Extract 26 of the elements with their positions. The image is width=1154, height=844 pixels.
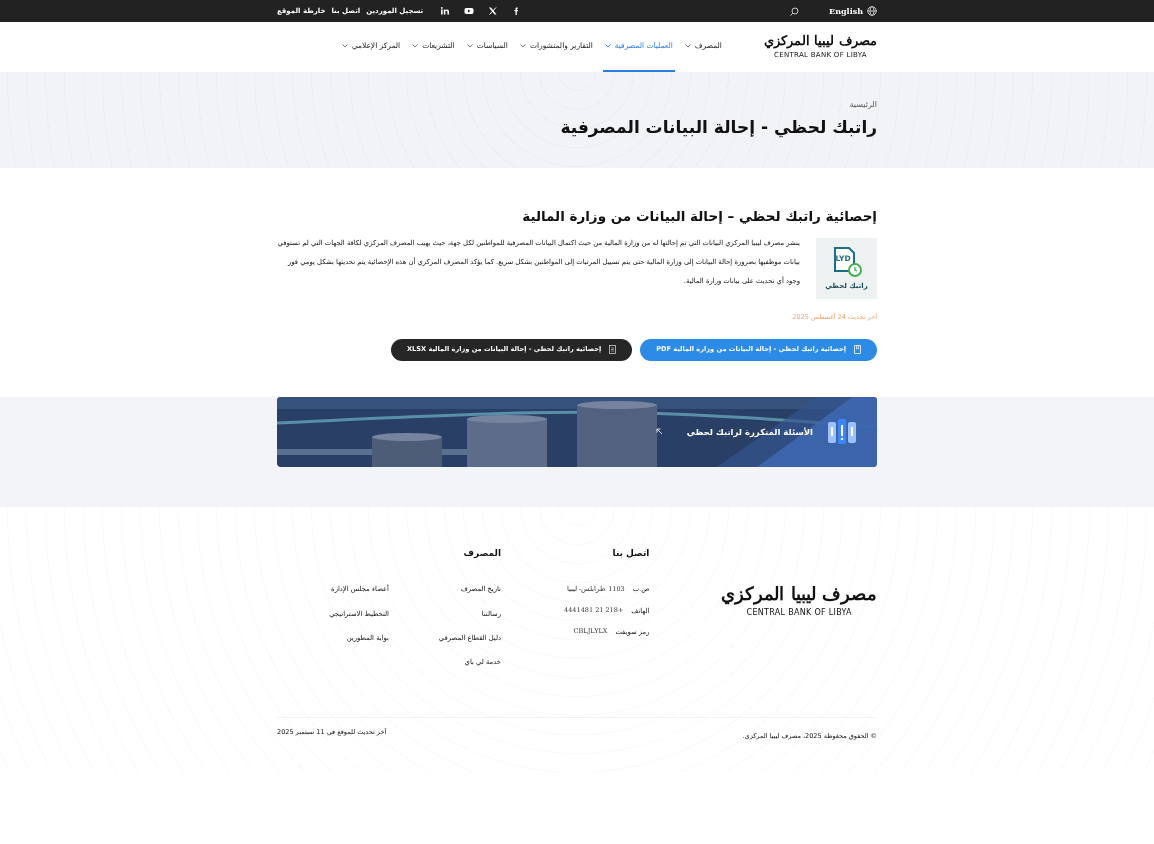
arrow-up-left-icon	[655, 428, 663, 436]
document-icon	[609, 345, 617, 355]
language-link[interactable]: English	[829, 5, 863, 17]
page-title: راتبك لحظي - إحالة البيانات المصرفية	[559, 116, 877, 138]
chevron-down-icon	[341, 44, 348, 48]
search-icon[interactable]	[790, 6, 800, 16]
x-logo-icon[interactable]	[488, 6, 499, 16]
breadcrumb-link[interactable]: الرئيسية	[277, 98, 877, 111]
document-clock-icon	[831, 245, 862, 279]
chevron-down-icon	[519, 44, 526, 48]
article-title: إحصائية راتبك لحظي – إحالة البيانات من وزارة المالية	[521, 208, 877, 225]
logo-calligraphy: مصرف ليبيا المركزي	[763, 33, 877, 47]
exclamation-bars-icon	[827, 418, 857, 445]
faq-link[interactable]: الأسئلة المتكررة لراتبك لحظي	[686, 425, 813, 439]
logo-calligraphy: مصرف ليبيا المركزي	[721, 584, 877, 603]
column-heading: اتصل بنا	[611, 546, 650, 560]
video-play-icon[interactable]	[464, 6, 475, 16]
chevron-down-icon	[466, 44, 473, 48]
chevron-down-icon	[684, 44, 691, 48]
column-heading: المصرف	[462, 546, 501, 560]
globe-icon[interactable]	[867, 6, 877, 16]
linkedin-icon[interactable]	[440, 6, 451, 16]
bookmark-file-icon	[854, 345, 861, 355]
chevron-down-icon	[412, 44, 419, 48]
chevron-down-icon	[604, 44, 611, 48]
logo-subtitle: CENTRAL BANK OF LIBYA	[746, 606, 852, 619]
